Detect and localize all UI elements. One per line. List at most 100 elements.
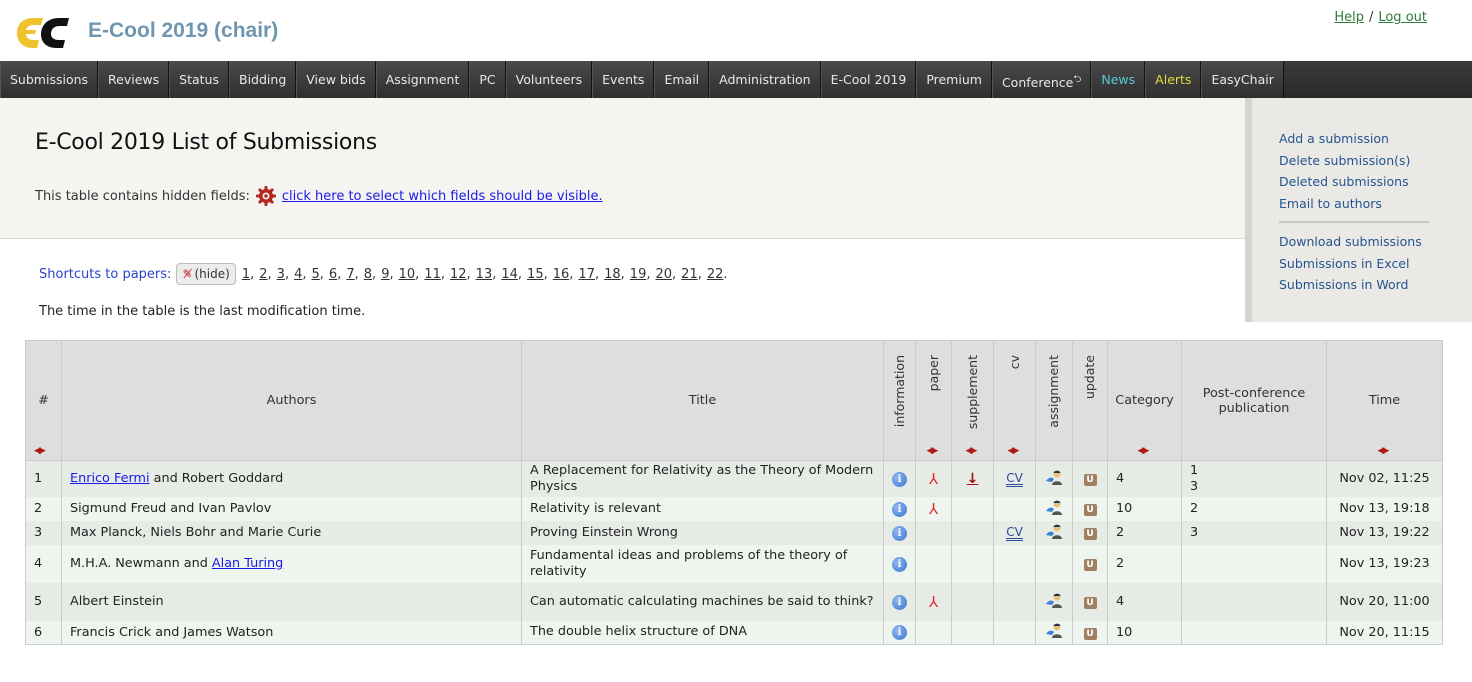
- title-panel: E-Cool 2019 List of Submissions This tab…: [0, 98, 1245, 239]
- info-icon[interactable]: i: [892, 471, 907, 487]
- cv-icon[interactable]: CV: [1006, 472, 1023, 487]
- shortcut-link[interactable]: 12: [450, 267, 467, 282]
- nav-tab-events[interactable]: Events: [592, 61, 655, 98]
- shortcut-link[interactable]: 13: [476, 267, 493, 282]
- help-link[interactable]: Help: [1334, 10, 1364, 25]
- update-icon[interactable]: U: [1083, 528, 1097, 540]
- author-link[interactable]: Enrico Fermi: [70, 471, 150, 486]
- shortcut-link[interactable]: 19: [630, 267, 647, 282]
- author-link[interactable]: Alan Turing: [212, 556, 283, 571]
- shortcut-separator: ,: [569, 266, 574, 282]
- sort-arrows-icon[interactable]: ◀▶: [927, 446, 939, 456]
- cell-title[interactable]: A Replacement for Relativity as the Theo…: [521, 460, 884, 497]
- assign-user-icon[interactable]: [1045, 622, 1063, 639]
- nav-tab-conference-name[interactable]: E-Cool 2019: [820, 61, 917, 98]
- shortcut-link[interactable]: 20: [655, 267, 672, 282]
- app-title: E-Cool 2019 (chair): [88, 19, 279, 42]
- shortcut-link[interactable]: 11: [424, 267, 441, 282]
- assign-user-icon[interactable]: [1045, 499, 1063, 515]
- update-icon[interactable]: U: [1083, 597, 1097, 609]
- sort-arrows-icon[interactable]: ◀▶: [1008, 446, 1020, 456]
- shortcut-link[interactable]: 1: [242, 267, 250, 282]
- nav-tab-conference[interactable]: Conference⮌: [991, 61, 1092, 98]
- update-icon[interactable]: U: [1083, 559, 1097, 571]
- logout-link[interactable]: Log out: [1378, 10, 1427, 25]
- pdf-icon[interactable]: ⅄: [929, 593, 938, 611]
- update-icon[interactable]: U: [1083, 627, 1097, 640]
- select-visible-fields-link[interactable]: click here to select which fields should…: [282, 189, 603, 204]
- nav-tab-news[interactable]: News: [1091, 61, 1146, 98]
- assign-user-icon[interactable]: [1045, 523, 1063, 539]
- nav-tab-pc[interactable]: PC: [469, 61, 506, 98]
- shortcut-link[interactable]: 8: [364, 267, 372, 282]
- shortcut-link[interactable]: 6: [329, 267, 337, 282]
- col-header-category[interactable]: Category ◀▶: [1107, 340, 1182, 461]
- pdf-icon[interactable]: ⅄: [929, 470, 938, 488]
- col-header-time[interactable]: Time ◀▶: [1326, 340, 1443, 461]
- submissions-excel-link[interactable]: Submissions in Excel: [1279, 253, 1472, 275]
- submissions-word-link[interactable]: Submissions in Word: [1279, 274, 1472, 296]
- cv-icon[interactable]: CV: [1006, 526, 1023, 541]
- shortcut-link[interactable]: 17: [578, 267, 595, 282]
- shortcut-link[interactable]: 7: [346, 267, 354, 282]
- shortcut-link[interactable]: 18: [604, 267, 621, 282]
- cell-title[interactable]: Fundamental ideas and problems of the th…: [521, 544, 884, 583]
- deleted-submissions-link[interactable]: Deleted submissions: [1279, 171, 1472, 193]
- info-icon[interactable]: i: [892, 501, 907, 517]
- info-icon[interactable]: i: [892, 556, 907, 572]
- col-header-authors: Authors: [61, 340, 522, 461]
- assign-user-icon[interactable]: [1045, 469, 1063, 485]
- download-submissions-link[interactable]: Download submissions: [1279, 231, 1472, 253]
- nav-tab-bidding[interactable]: Bidding: [229, 61, 297, 98]
- shortcut-link[interactable]: 5: [312, 267, 320, 282]
- nav-tab-administration[interactable]: Administration: [709, 61, 821, 98]
- email-authors-link[interactable]: Email to authors: [1279, 193, 1472, 215]
- nav-tab-assignment[interactable]: Assignment: [375, 61, 470, 98]
- shortcut-link[interactable]: 16: [553, 267, 570, 282]
- info-icon[interactable]: i: [892, 594, 907, 610]
- sort-arrows-icon[interactable]: ◀▶: [966, 446, 978, 456]
- nav-tab-reviews[interactable]: Reviews: [98, 61, 170, 98]
- col-header-cv[interactable]: cv ◀▶: [993, 340, 1036, 461]
- col-header-supplement[interactable]: supplement ◀▶: [951, 340, 994, 461]
- sort-arrows-icon[interactable]: ◀▶: [1378, 446, 1390, 456]
- nav-tab-view-bids[interactable]: View bids: [296, 61, 376, 98]
- sort-arrows-icon[interactable]: ◀▶: [34, 446, 46, 456]
- shortcut-link[interactable]: 15: [527, 267, 544, 282]
- nav-tab-volunteers[interactable]: Volunteers: [505, 61, 593, 98]
- easychair-logo-icon[interactable]: [15, 16, 75, 50]
- nav-tab-easychair[interactable]: EasyChair: [1201, 61, 1284, 98]
- shortcut-link[interactable]: 2: [259, 267, 267, 282]
- shortcut-separator: ,: [354, 266, 359, 282]
- assign-user-icon[interactable]: [1045, 592, 1063, 608]
- cell-title[interactable]: Relativity is relevant: [521, 496, 884, 521]
- col-header-num[interactable]: # ◀▶: [25, 340, 62, 461]
- shortcut-link[interactable]: 14: [501, 267, 518, 282]
- hidden-fields-notice: This table contains hidden fields: click…: [35, 186, 603, 206]
- nav-tab-submissions[interactable]: Submissions: [0, 61, 99, 98]
- shortcut-link[interactable]: 21: [681, 267, 698, 282]
- nav-tab-status[interactable]: Status: [169, 61, 229, 98]
- pdf-icon[interactable]: ⅄: [929, 500, 938, 518]
- update-icon[interactable]: U: [1083, 504, 1097, 516]
- shortcut-link[interactable]: 3: [277, 267, 285, 282]
- sort-arrows-icon[interactable]: ◀▶: [1138, 446, 1150, 456]
- shortcut-link[interactable]: 10: [399, 267, 416, 282]
- cell-title[interactable]: The double helix structure of DNA: [521, 620, 884, 645]
- info-icon[interactable]: i: [892, 525, 907, 541]
- nav-tab-alerts[interactable]: Alerts: [1145, 61, 1202, 98]
- hide-shortcuts-button[interactable]: ✎̸ (hide): [176, 263, 236, 285]
- delete-submissions-link[interactable]: Delete submission(s): [1279, 150, 1472, 172]
- cell-title[interactable]: Proving Einstein Wrong: [521, 520, 884, 545]
- nav-tab-email[interactable]: Email: [654, 61, 710, 98]
- nav-tab-premium[interactable]: Premium: [916, 61, 992, 98]
- add-submission-link[interactable]: Add a submission: [1279, 128, 1472, 150]
- download-icon[interactable]: ↓: [967, 471, 979, 487]
- update-icon[interactable]: U: [1083, 474, 1097, 487]
- gear-icon[interactable]: [255, 186, 276, 206]
- info-icon[interactable]: i: [892, 625, 907, 641]
- col-header-paper[interactable]: paper ◀▶: [915, 340, 952, 461]
- authors-text: Sigmund Freud and Ivan Pavlov: [70, 501, 272, 516]
- cell-title[interactable]: Can automatic calculating machines be sa…: [521, 582, 884, 621]
- shortcut-link[interactable]: 22: [707, 267, 724, 282]
